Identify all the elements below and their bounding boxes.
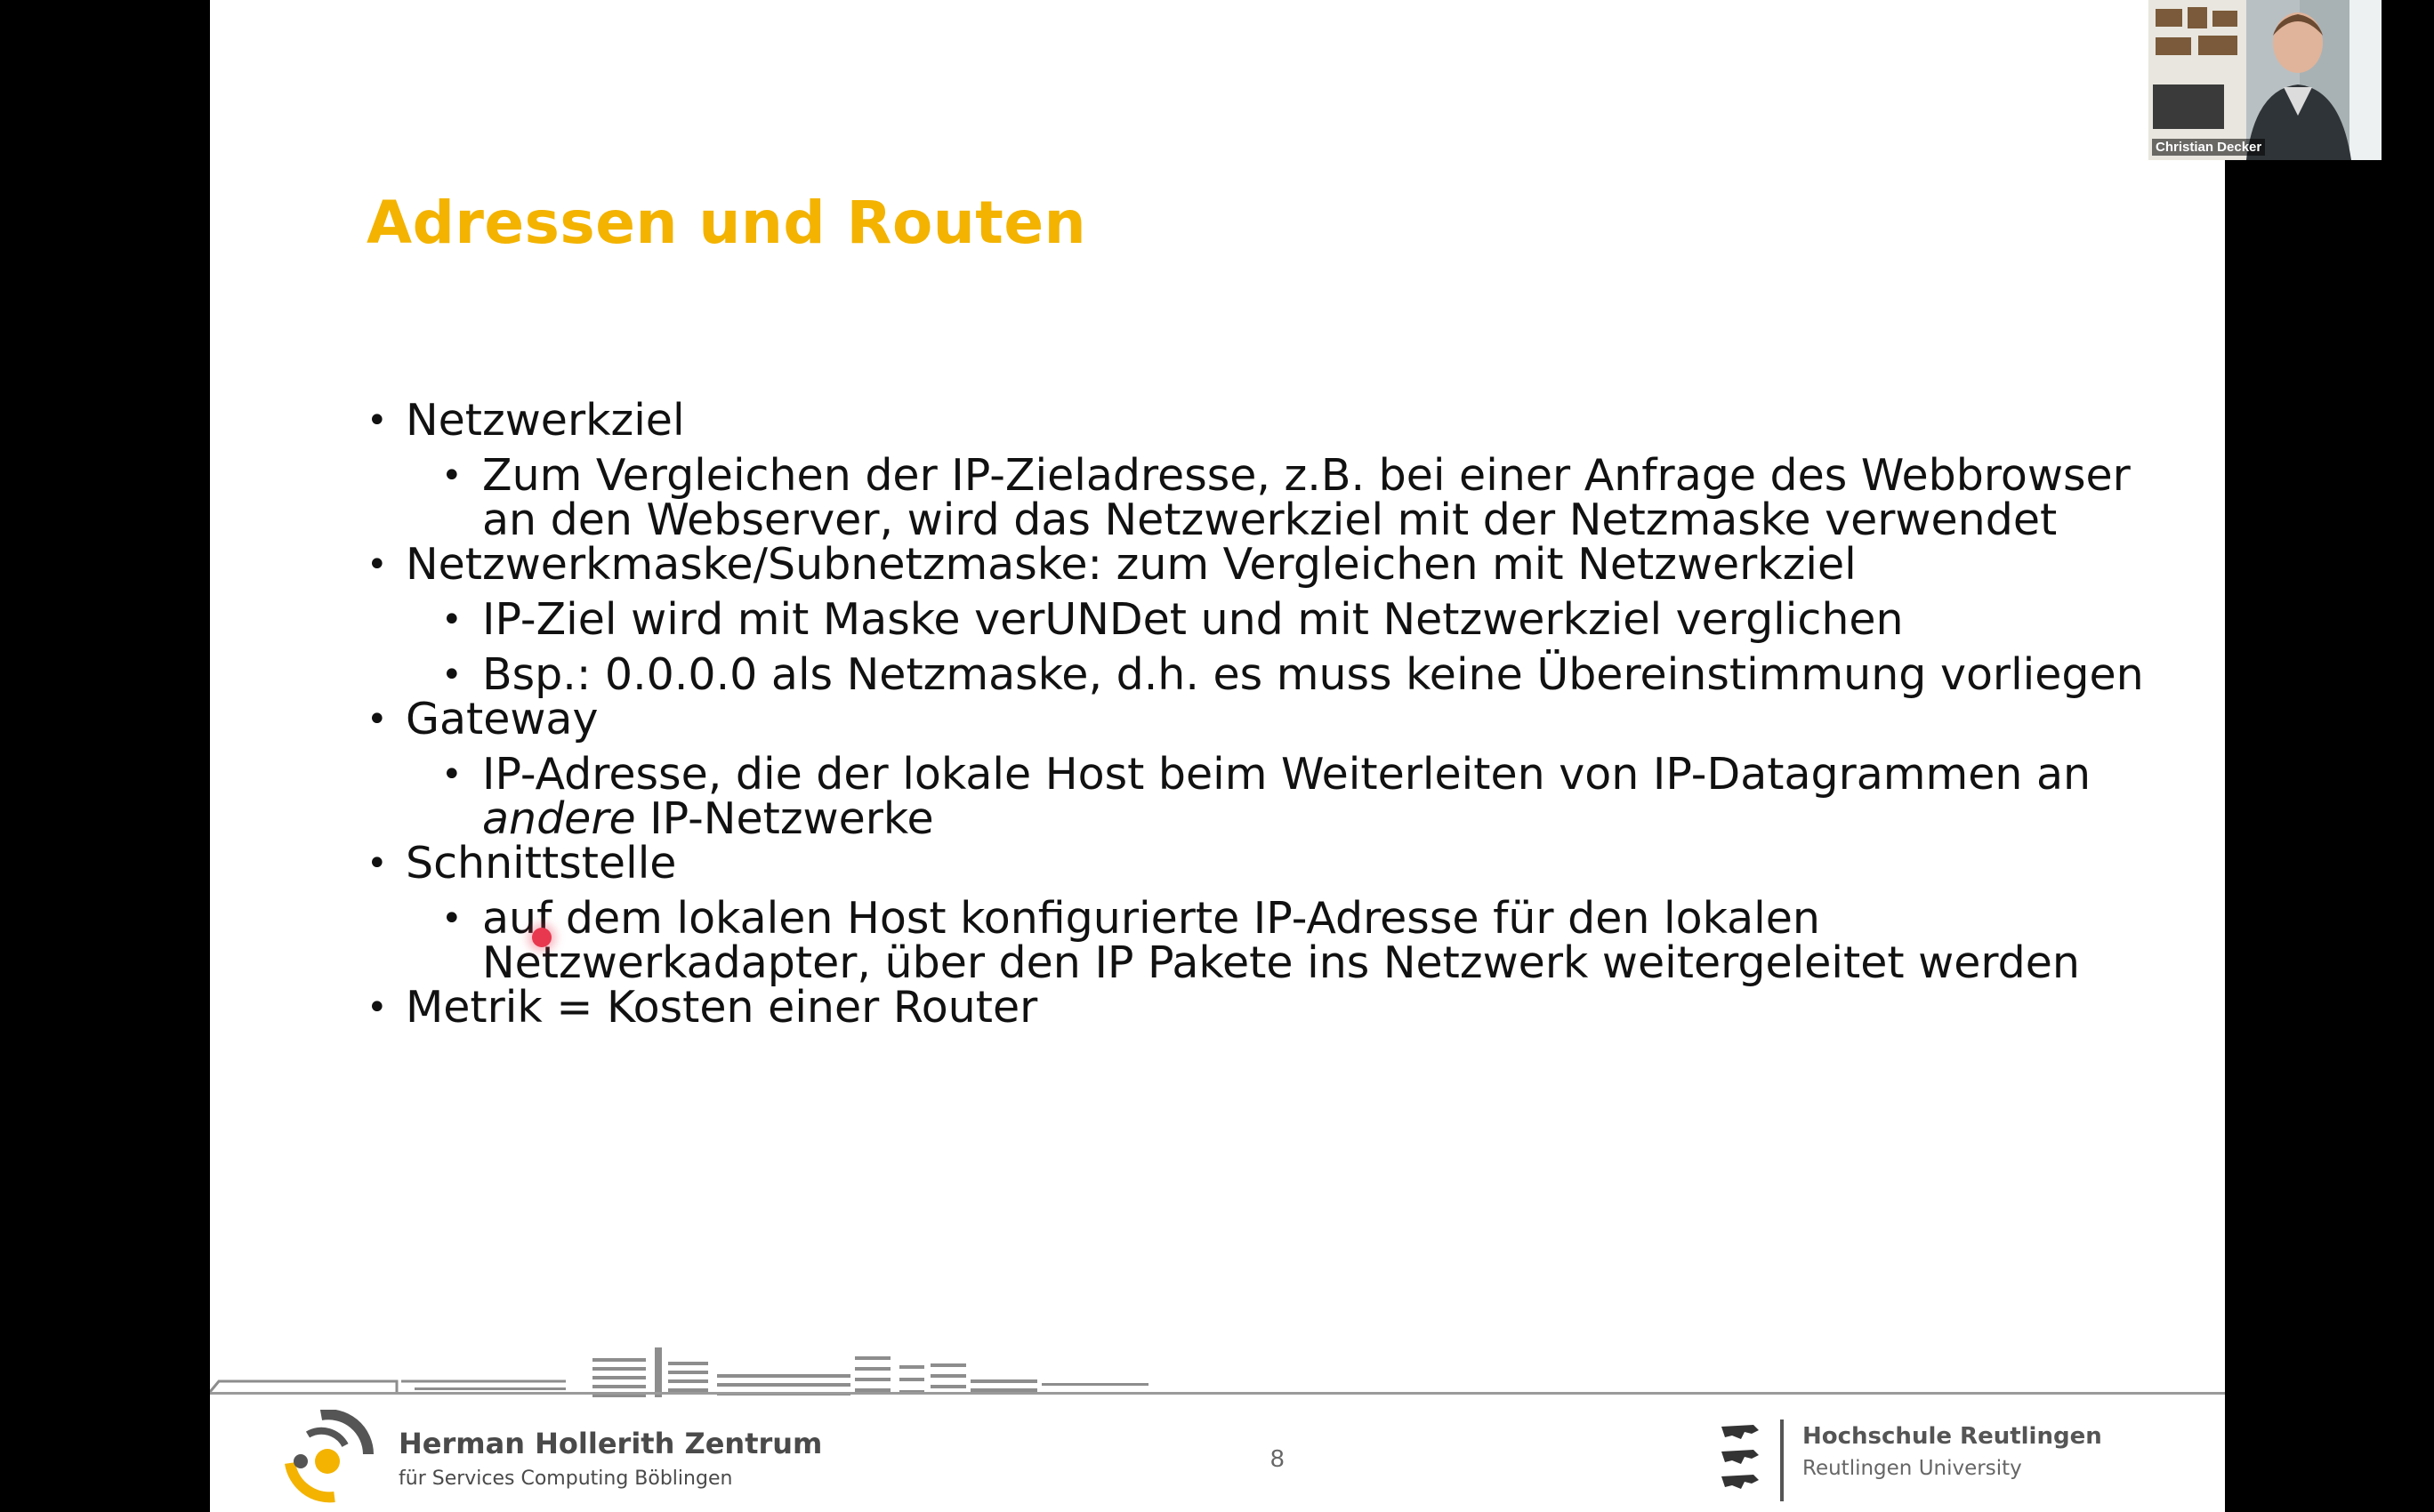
bullet-dot: • <box>441 754 463 795</box>
sub-bullet-text: Bsp.: 0.0.0.0 als Netzmaske, d.h. es mus… <box>482 649 2144 700</box>
reutlingen-emblem-icon <box>1721 1425 1759 1489</box>
webcam-video-icon <box>2148 0 2382 160</box>
page-number: 8 <box>1270 1444 1285 1472</box>
bullet-dot: • <box>441 599 463 640</box>
bullet-item-schnittstelle: • Schnittstelle <box>367 841 2172 886</box>
university-subtitle: Reutlingen University <box>1802 1457 2022 1480</box>
bullet-text: Gateway <box>406 694 599 744</box>
slide-title: Adressen und Routen <box>367 189 1087 257</box>
bullet-dot: • <box>441 898 463 939</box>
sub-bullet-text: auf dem lokalen Host konfigurierte IP-Ad… <box>482 893 2080 988</box>
slide-content: • Netzwerkziel • Zum Vergleichen der IP-… <box>367 398 2172 1037</box>
bullet-dot: • <box>367 699 388 740</box>
sub-bullet-text-before: IP-Adresse, die der lokale Host beim Wei… <box>482 749 2091 800</box>
sub-bullet-text: Zum Vergleichen der IP-Zieladresse, z.B.… <box>482 450 2131 545</box>
bullet-dot: • <box>367 544 388 585</box>
sub-bullet-item: • IP-Ziel wird mit Maske verUNDet und mi… <box>367 598 2172 642</box>
hhz-logo-icon <box>285 1410 374 1503</box>
sub-bullet-item: • auf dem lokalen Host konfigurierte IP-… <box>367 897 2172 985</box>
sub-bullet-emphasis: andere <box>482 793 636 844</box>
bullet-text: Schnittstelle <box>406 838 677 889</box>
bullet-text: Metrik = Kosten einer Router <box>406 982 1038 1033</box>
bullet-item-gateway: • Gateway <box>367 697 2172 742</box>
webcam-thumbnail[interactable]: Christian Decker <box>2148 0 2382 160</box>
sub-bullet-item: • Zum Vergleichen der IP-Zieladresse, z.… <box>367 454 2172 543</box>
bullet-dot: • <box>367 843 388 884</box>
footer-divider <box>210 1392 2225 1395</box>
sub-bullet-item: • IP-Adresse, die der lokale Host beim W… <box>367 752 2172 841</box>
bullet-text: Netzwerkziel <box>406 395 685 446</box>
bullet-text: Netzwerkmaske/Subnetzmaske: zum Vergleic… <box>406 539 1857 590</box>
university-divider <box>1780 1420 1784 1501</box>
bullet-item-netzwerkmaske: • Netzwerkmaske/Subnetzmaske: zum Vergle… <box>367 543 2172 587</box>
org-name: Herman Hollerith Zentrum <box>399 1427 823 1460</box>
sub-bullet-text-after: IP-Netzwerke <box>635 793 934 844</box>
presentation-slide: Adressen und Routen • Netzwerkziel • Zum… <box>210 0 2225 1512</box>
bullet-item-metrik: • Metrik = Kosten einer Router <box>367 985 2172 1030</box>
sub-bullet-item: • Bsp.: 0.0.0.0 als Netzmaske, d.h. es m… <box>367 653 2172 697</box>
participant-name-label: Christian Decker <box>2152 139 2266 156</box>
bullet-dot: • <box>441 455 463 496</box>
bullet-dot: • <box>367 400 388 441</box>
university-name: Hochschule Reutlingen <box>1802 1423 2102 1450</box>
laser-pointer-icon <box>532 928 552 947</box>
org-subtitle: für Services Computing Böblingen <box>399 1468 733 1490</box>
bullet-dot: • <box>367 987 388 1028</box>
bullet-item-netzwerkziel: • Netzwerkziel <box>367 398 2172 443</box>
sub-bullet-text: IP-Ziel wird mit Maske verUNDet und mit … <box>482 594 1904 645</box>
bullet-dot: • <box>441 655 463 696</box>
